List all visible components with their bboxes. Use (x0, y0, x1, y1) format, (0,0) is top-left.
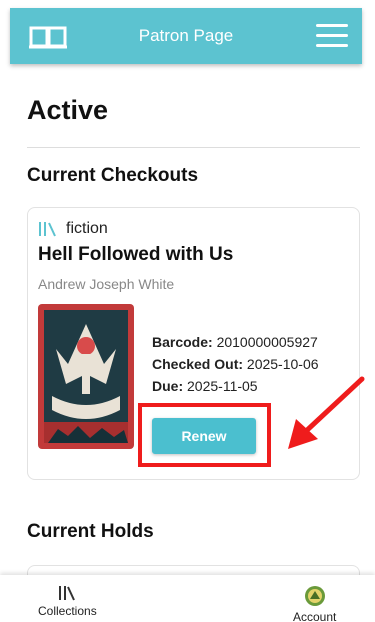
book-cover-image[interactable] (38, 304, 134, 449)
library-icon (39, 222, 56, 237)
nav-account[interactable]: Account (293, 585, 336, 622)
book-author: Andrew Joseph White (38, 276, 175, 292)
barcode-label: Barcode: (152, 334, 213, 350)
app-header: Patron Page (10, 8, 362, 64)
barcode-row: Barcode: 2010000005927 (152, 331, 319, 353)
due-value: 2025-11-05 (187, 378, 258, 394)
due-label: Due: (152, 378, 184, 394)
pointer-arrow-annotation (288, 376, 365, 449)
book-title[interactable]: Hell Followed with Us (38, 244, 233, 266)
avatar (304, 586, 325, 606)
genre-tag: fiction (38, 220, 108, 238)
divider (27, 147, 360, 148)
nav-collections[interactable]: Collections (38, 585, 97, 618)
checkouts-section-title: Current Checkouts (27, 165, 199, 186)
barcode-value: 2010000005927 (216, 334, 318, 350)
header-title: Patron Page (138, 26, 234, 45)
library-icon (59, 586, 76, 601)
page-title: Active (27, 95, 109, 125)
book-icon[interactable] (28, 22, 68, 50)
bottom-nav: Collections Account (0, 575, 375, 622)
nav-account-label: Account (293, 610, 337, 622)
menu-icon[interactable] (316, 24, 348, 48)
holds-section-title: Current Holds (27, 521, 154, 542)
nav-collections-label: Collections (38, 604, 97, 618)
checked-out-row: Checked Out: 2025-10-06 (152, 353, 319, 375)
checked-out-value: 2025-10-06 (246, 356, 319, 372)
checked-out-label: Checked Out: (152, 356, 244, 372)
renew-button[interactable]: Renew (152, 418, 256, 454)
genre-label: fiction (66, 220, 108, 237)
